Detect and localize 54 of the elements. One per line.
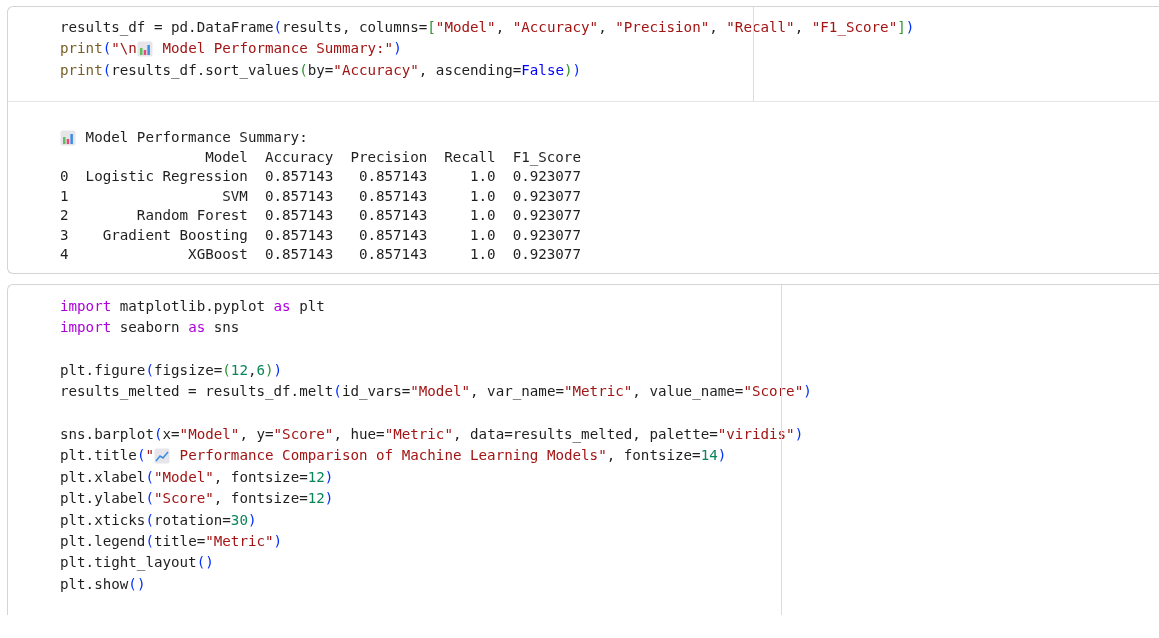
table-cell-text: XGBoost	[187, 245, 248, 265]
table-cell-text: 0.857143	[357, 167, 428, 187]
bar-chart-icon	[136, 41, 153, 58]
table-cell-text: 0.923077	[512, 225, 581, 245]
table-cell-text: 1.0	[468, 245, 496, 265]
table-cell-text: 0.857143	[264, 186, 334, 206]
table-cell: 0.923077	[512, 167, 581, 187]
bar-chart-icon	[60, 129, 76, 146]
table-cell-text: Gradient Boosting	[101, 225, 248, 245]
column-header: Accuracy	[264, 147, 334, 167]
table-cell: 0.857143	[264, 167, 334, 187]
column-header: Recall	[444, 147, 496, 167]
table-cell: 0.857143	[264, 245, 334, 265]
code-line: plt.figure(figsize=(12,6))	[60, 360, 284, 380]
table-cell-text: 1	[60, 186, 69, 206]
table-cell-text: 0.857143	[357, 186, 428, 206]
table-cell-text: 1.0	[468, 206, 496, 226]
table-cell-text: 0.857143	[357, 206, 428, 226]
code-line: results_melted = results_df.melt(id_vars="Model", var_name="Metric", value_name="Score")	[60, 382, 813, 402]
column-header: Model	[204, 147, 248, 167]
code-line: results_df = pd.DataFrame(results, columns=["Model", "Accuracy", "Precision", "Recall", "F1_Score"])	[60, 18, 916, 38]
table-cell-text: 0.857143	[264, 225, 334, 245]
table-cell: 0.857143	[264, 206, 334, 226]
table-cell: 2	[60, 206, 69, 226]
table-cell-text: 1.0	[468, 186, 496, 206]
code-line: print(results_df.sort_values(by="Accuracy", ascending=False))	[60, 60, 583, 81]
column-header: Precision	[350, 147, 428, 167]
code-line: plt.show()	[60, 574, 147, 594]
line-chart-icon	[153, 448, 170, 465]
code-line: plt.xticks(rotation=30)	[60, 510, 258, 530]
code-line: import matplotlib.pyplot as plt	[60, 296, 326, 316]
table-cell: 0.923077	[512, 245, 581, 265]
table-cell-text: Random Forest	[135, 206, 248, 226]
table-cell: Logistic Regression	[85, 167, 248, 187]
table-cell-text: 0.923077	[512, 186, 581, 206]
code-line: print("\n Model Performance Summary:")	[60, 39, 403, 60]
table-cell-text: 0.857143	[357, 225, 428, 245]
code-line: plt.tight_layout()	[60, 553, 215, 573]
code-line: import seaborn as sns	[60, 318, 241, 338]
table-cell-text: 1.0	[468, 225, 496, 245]
table-cell-text: 1.0	[468, 167, 496, 187]
code-line: plt.legend(title="Metric")	[60, 531, 284, 551]
code-line: plt.xlabel("Model", fontsize=12)	[60, 467, 335, 487]
table-cell-text: 3	[60, 225, 69, 245]
table-cell: 0.923077	[512, 206, 581, 226]
table-cell: 4	[60, 245, 69, 265]
code-line: plt.ylabel("Score", fontsize=12)	[60, 489, 335, 509]
code-line: sns.barplot(x="Model", y="Score", hue="Metric", data=results_melted, palette="viridis")	[60, 425, 805, 445]
output-title: Model Performance Summary:	[85, 128, 308, 148]
code-line: plt.title(" Performance Comparison of Machine Learning Models", fontsize=14)	[60, 446, 728, 467]
column-header: F1_Score	[512, 147, 581, 168]
table-cell-text: SVM	[221, 186, 248, 206]
table-cell-text: 0.857143	[357, 245, 428, 265]
table-cell: 0	[60, 167, 69, 187]
